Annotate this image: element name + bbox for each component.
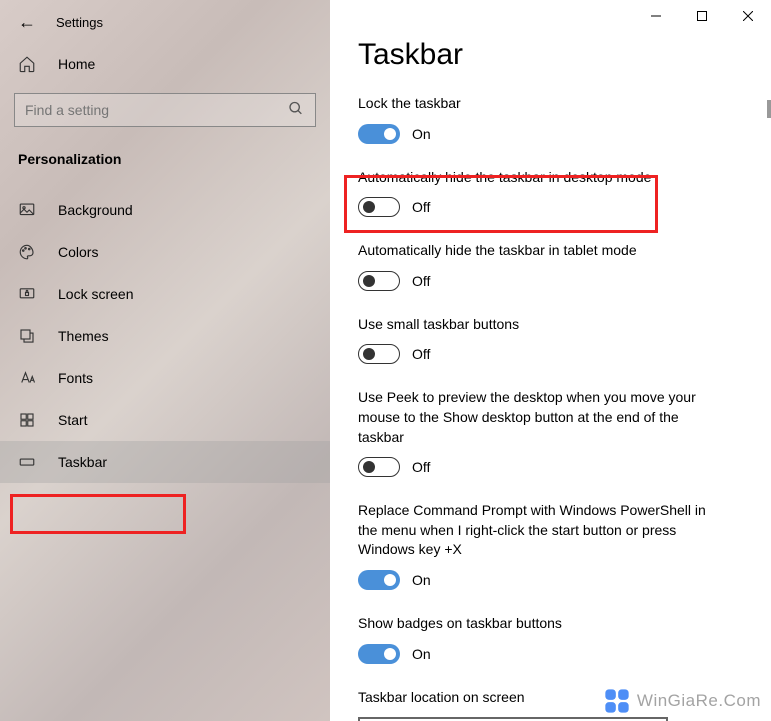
sidebar-item-lock-screen[interactable]: Lock screen bbox=[0, 273, 330, 315]
search-input[interactable] bbox=[14, 93, 316, 127]
setting-label: Lock the taskbar bbox=[358, 94, 728, 114]
setting-peek: Use Peek to preview the desktop when you… bbox=[358, 388, 743, 477]
setting-autohide-desktop: Automatically hide the taskbar in deskto… bbox=[358, 168, 743, 218]
sidebar-item-start[interactable]: Start bbox=[0, 399, 330, 441]
toggle-autohide-tablet[interactable] bbox=[358, 271, 400, 291]
toggle-autohide-desktop[interactable] bbox=[358, 197, 400, 217]
close-button[interactable] bbox=[725, 0, 771, 32]
home-icon bbox=[18, 55, 36, 73]
category-label: Personalization bbox=[0, 141, 330, 183]
setting-small-buttons: Use small taskbar buttons Off bbox=[358, 315, 743, 365]
taskbar-icon bbox=[18, 453, 36, 471]
sidebar-item-themes[interactable]: Themes bbox=[0, 315, 330, 357]
toggle-state: Off bbox=[412, 199, 430, 215]
setting-badges: Show badges on taskbar buttons On bbox=[358, 614, 743, 664]
sidebar-item-label: Start bbox=[58, 412, 88, 428]
image-icon bbox=[18, 201, 36, 219]
setting-label: Replace Command Prompt with Windows Powe… bbox=[358, 501, 728, 560]
watermark-text: WinGiaRe.Com bbox=[637, 691, 761, 711]
dropdown-taskbar-location[interactable]: Bottom ∨ bbox=[358, 717, 668, 721]
minimize-button[interactable] bbox=[633, 0, 679, 32]
sidebar-item-label: Themes bbox=[58, 328, 109, 344]
toggle-peek[interactable] bbox=[358, 457, 400, 477]
setting-autohide-tablet: Automatically hide the taskbar in tablet… bbox=[358, 241, 743, 291]
setting-label: Use small taskbar buttons bbox=[358, 315, 728, 335]
toggle-state: On bbox=[412, 646, 431, 662]
sidebar-item-label: Colors bbox=[58, 244, 98, 260]
sidebar-item-label: Lock screen bbox=[58, 286, 133, 302]
toggle-state: Off bbox=[412, 346, 430, 362]
sidebar-item-colors[interactable]: Colors bbox=[0, 231, 330, 273]
search-icon bbox=[288, 101, 304, 120]
nav-home[interactable]: Home bbox=[0, 41, 330, 87]
sidebar: ← Settings Home Personalization Backgrou… bbox=[0, 0, 330, 721]
start-icon bbox=[18, 411, 36, 429]
toggle-state: Off bbox=[412, 273, 430, 289]
setting-label: Automatically hide the taskbar in tablet… bbox=[358, 241, 728, 261]
main-panel: Taskbar Lock the taskbar On Automaticall… bbox=[330, 0, 771, 721]
back-arrow-icon[interactable]: ← bbox=[18, 12, 36, 33]
setting-label: Show badges on taskbar buttons bbox=[358, 614, 728, 634]
palette-icon bbox=[18, 243, 36, 261]
setting-lock-taskbar: Lock the taskbar On bbox=[358, 94, 743, 144]
lock-screen-icon bbox=[18, 285, 36, 303]
toggle-badges[interactable] bbox=[358, 644, 400, 664]
nav-home-label: Home bbox=[58, 56, 95, 72]
sidebar-item-fonts[interactable]: Fonts bbox=[0, 357, 330, 399]
sidebar-item-label: Background bbox=[58, 202, 133, 218]
sidebar-item-taskbar[interactable]: Taskbar bbox=[0, 441, 330, 483]
toggle-state: On bbox=[412, 126, 431, 142]
nav-list: Background Colors Lock screen Themes Fon… bbox=[0, 189, 330, 483]
maximize-button[interactable] bbox=[679, 0, 725, 32]
toggle-state: Off bbox=[412, 459, 430, 475]
sidebar-item-label: Taskbar bbox=[58, 454, 107, 470]
themes-icon bbox=[18, 327, 36, 345]
setting-label: Use Peek to preview the desktop when you… bbox=[358, 388, 728, 447]
sidebar-item-background[interactable]: Background bbox=[0, 189, 330, 231]
highlight-box-sidebar bbox=[10, 494, 186, 534]
sidebar-item-label: Fonts bbox=[58, 370, 93, 386]
toggle-state: On bbox=[412, 572, 431, 588]
setting-powershell: Replace Command Prompt with Windows Powe… bbox=[358, 501, 743, 590]
toggle-small-buttons[interactable] bbox=[358, 344, 400, 364]
toggle-powershell[interactable] bbox=[358, 570, 400, 590]
window-controls bbox=[330, 0, 771, 32]
fonts-icon bbox=[18, 369, 36, 387]
toggle-lock-taskbar[interactable] bbox=[358, 124, 400, 144]
setting-label: Automatically hide the taskbar in deskto… bbox=[358, 168, 728, 188]
window-title: Settings bbox=[56, 15, 103, 30]
watermark: WinGiaRe.Com bbox=[603, 687, 761, 715]
page-title: Taskbar bbox=[358, 38, 743, 72]
scrollbar[interactable] bbox=[767, 100, 771, 118]
windows-logo-icon bbox=[603, 687, 631, 715]
